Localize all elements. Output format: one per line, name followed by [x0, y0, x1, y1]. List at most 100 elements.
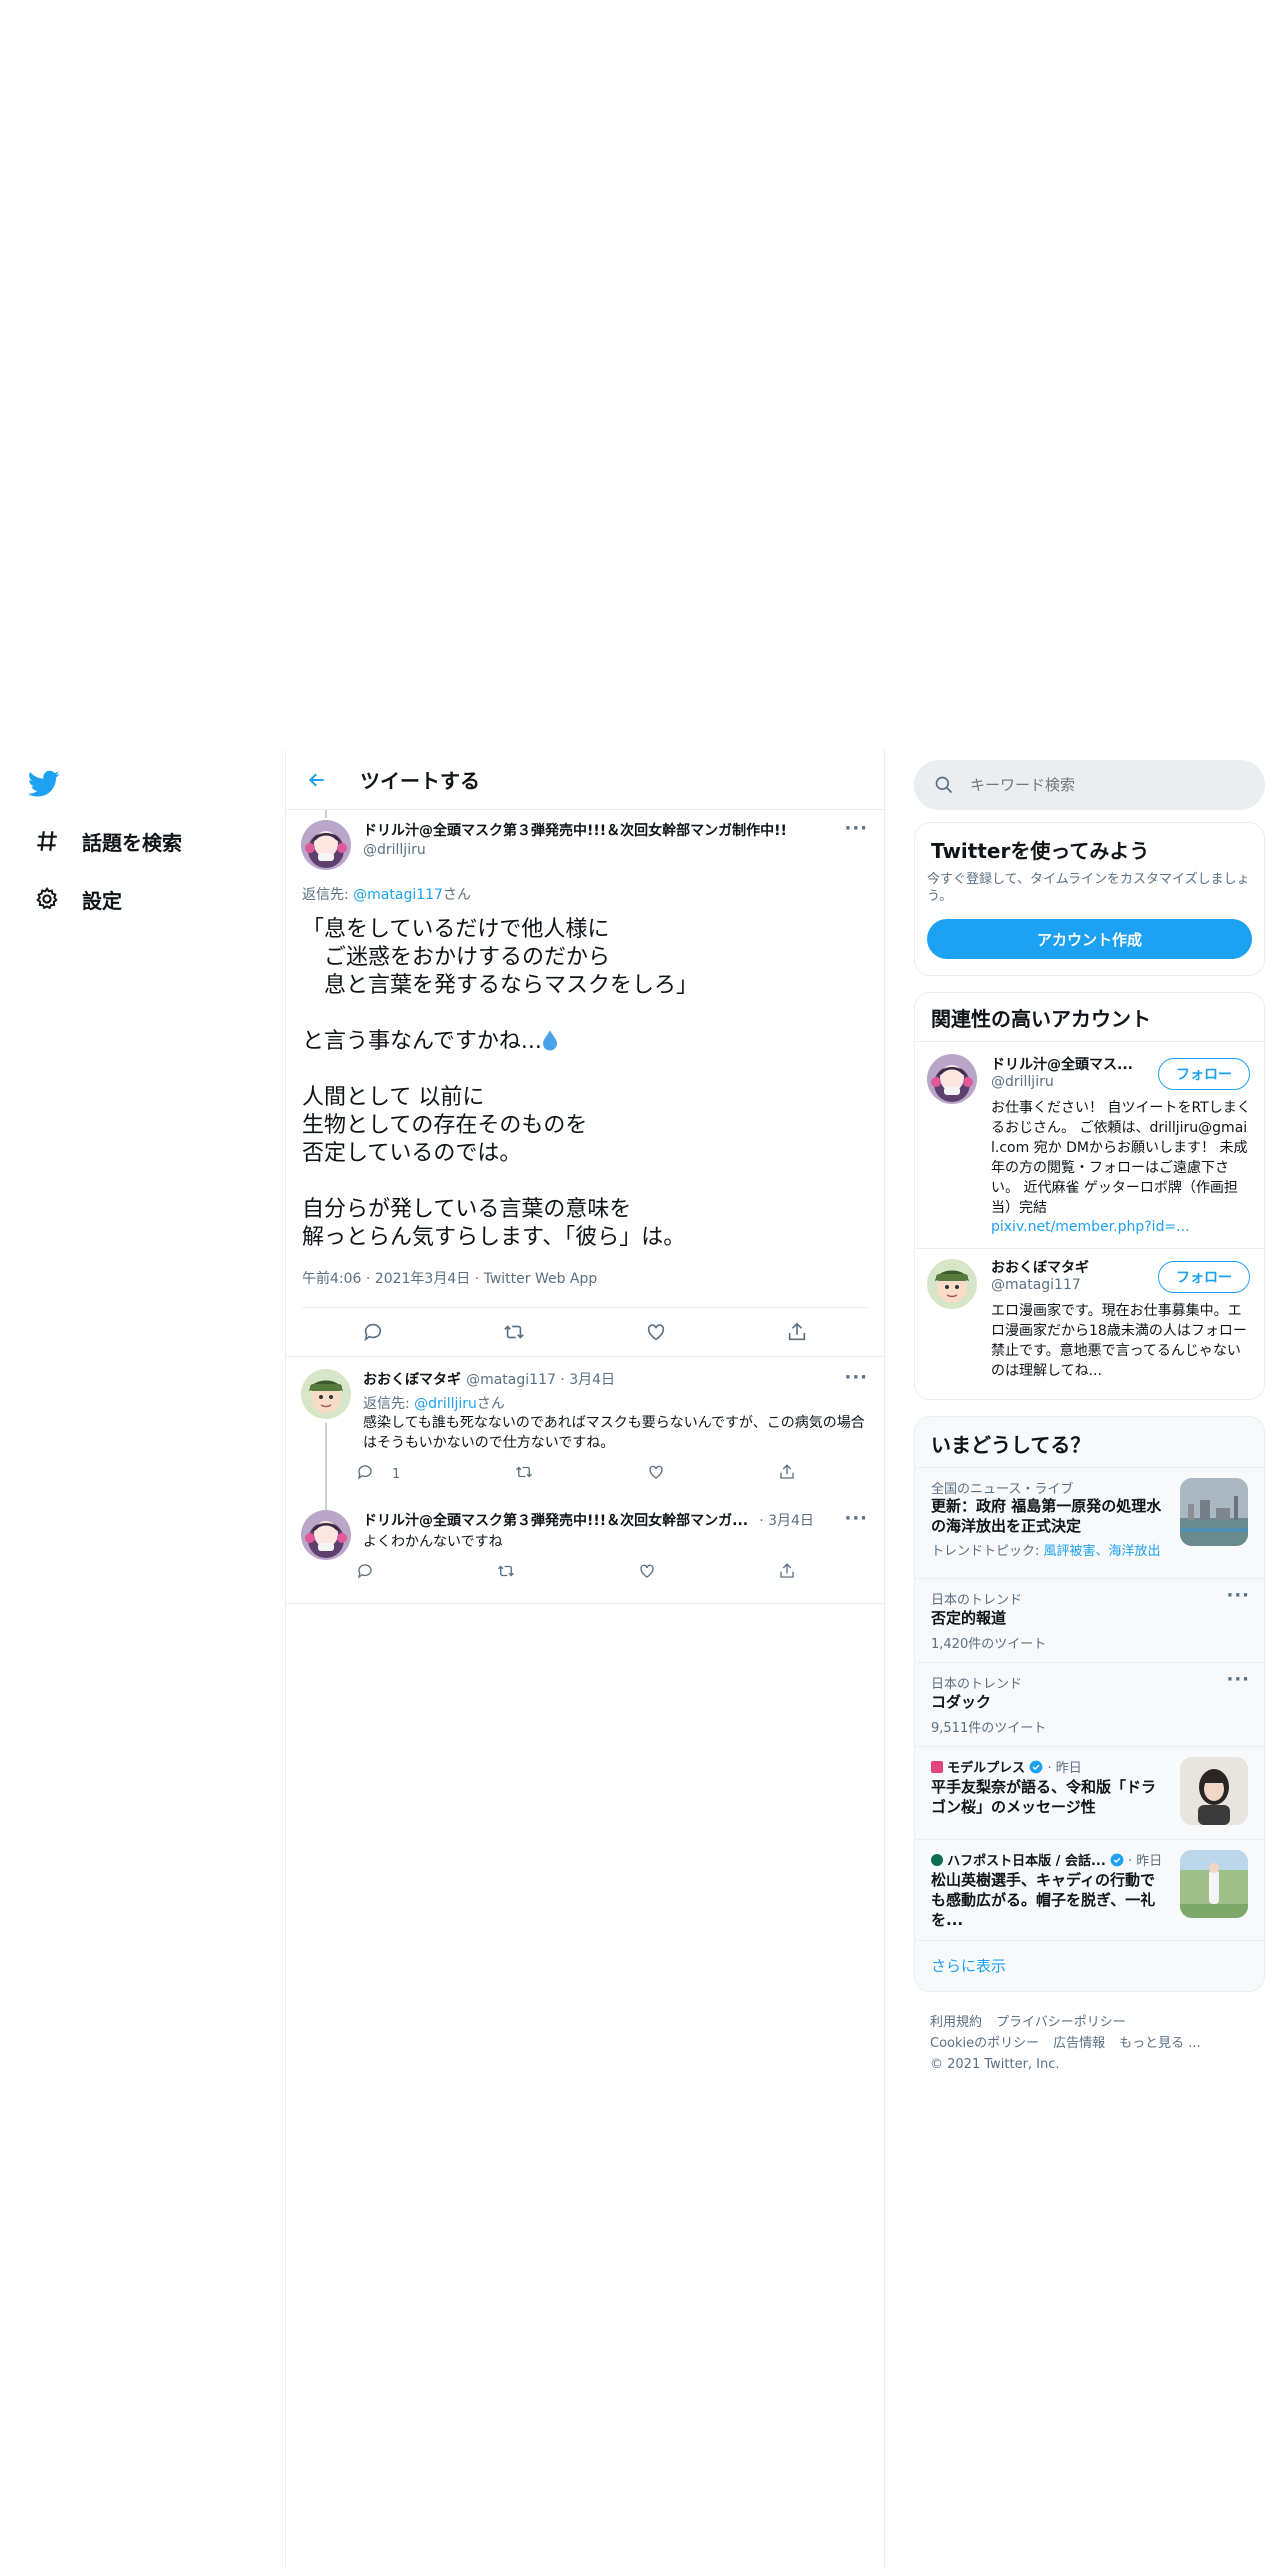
- trend-topic-links[interactable]: 風評被害、海洋放出: [1044, 1544, 1161, 1559]
- tweet-timestamp[interactable]: 午前4:06 · 2021年3月4日 · Twitter Web App: [302, 1268, 597, 1288]
- news-time: · 昨日: [1047, 1761, 1082, 1776]
- signup-card: Twitterを使ってみよう 今すぐ登録して、タイムラインをカスタマイズしましょ…: [914, 822, 1265, 976]
- news-thumbnail: [1180, 1850, 1248, 1918]
- source-logo-icon: [931, 1761, 943, 1773]
- reply-actions: [356, 1562, 796, 1584]
- news-source-line: モデルプレス · 昨日: [931, 1757, 1082, 1776]
- trend-item[interactable]: 日本のトレンド 否定的報道 1,420件のツイート ···: [915, 1579, 1264, 1662]
- reply-handle-date[interactable]: · 3月4日: [759, 1513, 814, 1529]
- reply-tweet[interactable]: おおくぼマタギ @matagi117 · 3月4日 ··· 返信先: @dril…: [286, 1356, 884, 1515]
- footer-link-more[interactable]: もっと見る ...: [1119, 2036, 1201, 2051]
- reply-context: 返信先: @drilljiruさん: [363, 1393, 505, 1413]
- news-item[interactable]: モデルプレス · 昨日 平手友梨奈が語る、令和版「ドラゴン桜」のメッセージ性: [915, 1747, 1264, 1839]
- nav-explore-label: 話題を検索: [82, 830, 182, 855]
- trend-title: 否定的報道: [931, 1609, 1007, 1627]
- account-bio: お仕事ください！ 自ツイートをRTしまくるおじさん。 ご依頼は、drilljir…: [991, 1100, 1251, 1216]
- author-handle[interactable]: @drilljiru: [363, 842, 426, 858]
- reply-button[interactable]: 1: [356, 1463, 400, 1485]
- reply-icon[interactable]: [356, 1562, 374, 1584]
- reply-context: 返信先: @matagi117さん: [302, 884, 471, 904]
- search-bar[interactable]: [914, 760, 1265, 810]
- author-name[interactable]: ドリル汁@全頭マスク第３弾発売中!!!＆次回女幹部マンガ制作中!!: [363, 820, 787, 840]
- page-title: ツイートする: [360, 769, 480, 793]
- avatar[interactable]: [927, 1054, 977, 1104]
- related-account[interactable]: ドリル汁@全頭マス... @drilljiru フォロー お仕事ください！ 自ツ…: [915, 1042, 1264, 1248]
- reply-author-name[interactable]: おおくぼマタギ: [363, 1372, 461, 1388]
- retweet-icon[interactable]: [497, 1315, 531, 1349]
- main-column: ツイートする ドリル汁@全頭マスク第３弾発売中!!!＆次回女幹部マンガ制作中!!…: [285, 750, 885, 2568]
- avatar[interactable]: [301, 820, 351, 870]
- reply-to-link[interactable]: @drilljiru: [414, 1396, 477, 1412]
- news-thumbnail: [1180, 1478, 1248, 1546]
- footer-link-ads[interactable]: 広告情報: [1053, 2036, 1105, 2051]
- footer-link-privacy[interactable]: プライバシーポリシー: [996, 2015, 1126, 2030]
- account-name[interactable]: ドリル汁@全頭マス...: [991, 1054, 1133, 1074]
- nav-settings[interactable]: 設定: [30, 874, 122, 924]
- account-handle[interactable]: @drilljiru: [991, 1074, 1054, 1090]
- avatar[interactable]: [301, 1510, 351, 1560]
- tweet-text: 「息をしているだけで他人様に ご迷惑をおかけするのだから 息と言葉を発するならマ…: [302, 916, 862, 1252]
- reply-text: よくわかんないですね: [363, 1534, 503, 1550]
- focused-tweet: ドリル汁@全頭マスク第３弾発売中!!!＆次回女幹部マンガ制作中!! @drill…: [286, 810, 884, 1356]
- related-title: 関連性の高いアカウント: [931, 1007, 1151, 1031]
- reply-tweet[interactable]: ドリル汁@全頭マスク第３弾発売中!!!＆次回女幹部マンガ... · 3月4日 ·…: [286, 1504, 884, 1604]
- more-options-icon[interactable]: ···: [844, 1508, 868, 1529]
- share-icon[interactable]: [778, 1463, 796, 1485]
- nav-explore[interactable]: 話題を検索: [30, 816, 182, 866]
- create-account-button[interactable]: アカウント作成: [927, 919, 1252, 959]
- page-header: ツイートする: [286, 750, 884, 810]
- account-link[interactable]: pixiv.net/member.php?id=...: [991, 1219, 1190, 1235]
- news-title: 松山英樹選手、キャディの行動でも感動広がる。帽子を脱ぎ、一礼を...: [931, 1871, 1156, 1929]
- like-icon[interactable]: [639, 1315, 673, 1349]
- reply-icon[interactable]: [356, 1315, 390, 1349]
- reply-to-link[interactable]: @matagi117: [353, 887, 443, 903]
- share-icon[interactable]: [780, 1315, 814, 1349]
- trend-context: 全国のニュース・ライブ: [931, 1482, 1074, 1497]
- avatar[interactable]: [927, 1259, 977, 1309]
- retweet-icon[interactable]: [514, 1463, 534, 1485]
- news-time: · 昨日: [1128, 1854, 1163, 1869]
- show-more-link[interactable]: さらに表示: [931, 1955, 1006, 1976]
- reply-suffix: さん: [476, 1396, 505, 1412]
- news-source: モデルプレス: [947, 1761, 1026, 1776]
- trend-item[interactable]: 全国のニュース・ライブ 更新：政府 福島第一原発の処理水の海洋放出を正式決定 ト…: [915, 1468, 1264, 1578]
- reply-author-name[interactable]: ドリル汁@全頭マスク第３弾発売中!!!＆次回女幹部マンガ...: [363, 1513, 748, 1529]
- like-icon[interactable]: [647, 1463, 665, 1485]
- account-name[interactable]: おおくぼマタギ: [991, 1257, 1089, 1277]
- back-arrow-icon[interactable]: [300, 763, 334, 797]
- news-item[interactable]: ハフポスト日本版 / 会話... · 昨日 松山英樹選手、キャディの行動でも感動…: [915, 1840, 1264, 1940]
- like-icon[interactable]: [638, 1562, 656, 1584]
- reply-handle-date[interactable]: @matagi117 · 3月4日: [466, 1372, 615, 1388]
- reply-icon[interactable]: [356, 1463, 374, 1485]
- divider: [915, 1940, 1264, 1941]
- more-options-icon[interactable]: ···: [1226, 1585, 1250, 1606]
- reply-header: ドリル汁@全頭マスク第３弾発売中!!!＆次回女幹部マンガ... · 3月4日: [363, 1510, 814, 1530]
- search-icon: [934, 775, 954, 795]
- more-options-icon[interactable]: ···: [1226, 1669, 1250, 1690]
- divider: [302, 1307, 868, 1308]
- account-handle[interactable]: @matagi117: [991, 1277, 1081, 1293]
- hashtag-icon: [30, 824, 64, 858]
- verified-badge-icon: [1110, 1853, 1124, 1867]
- search-input[interactable]: [970, 776, 1220, 794]
- avatar[interactable]: [301, 1369, 351, 1419]
- share-icon[interactable]: [778, 1562, 796, 1584]
- twitter-logo-icon[interactable]: [27, 770, 66, 804]
- follow-button[interactable]: フォロー: [1158, 1261, 1250, 1293]
- footer: 利用規約 プライバシーポリシー Cookieのポリシー 広告情報 もっと見る ... …: [930, 2012, 1215, 2075]
- trend-context: 日本のトレンド: [931, 1593, 1023, 1608]
- footer-link-terms[interactable]: 利用規約: [930, 2015, 982, 2030]
- trends-title: いまどうしてる？: [931, 1433, 1091, 1457]
- trend-item[interactable]: 日本のトレンド コダック 9,511件のツイート ···: [915, 1663, 1264, 1746]
- reply-suffix: さん: [442, 887, 471, 903]
- news-title: 平手友梨奈が語る、令和版「ドラゴン桜」のメッセージ性: [931, 1778, 1157, 1816]
- footer-link-cookies[interactable]: Cookieのポリシー: [930, 2036, 1039, 2051]
- related-account[interactable]: おおくぼマタギ @matagi117 フォロー エロ漫画家です。現在お仕事募集中…: [915, 1249, 1264, 1399]
- more-options-icon[interactable]: ···: [844, 1367, 868, 1388]
- more-options-icon[interactable]: ···: [844, 818, 868, 839]
- retweet-icon[interactable]: [496, 1562, 516, 1584]
- follow-button[interactable]: フォロー: [1158, 1058, 1250, 1090]
- trend-title: 更新：政府 福島第一原発の処理水の海洋放出を正式決定: [931, 1497, 1162, 1535]
- trends-card: いまどうしてる？ 全国のニュース・ライブ 更新：政府 福島第一原発の処理水の海洋…: [914, 1416, 1265, 1992]
- signup-subtitle: 今すぐ登録して、タイムラインをカスタマイズしましょう。: [927, 872, 1250, 904]
